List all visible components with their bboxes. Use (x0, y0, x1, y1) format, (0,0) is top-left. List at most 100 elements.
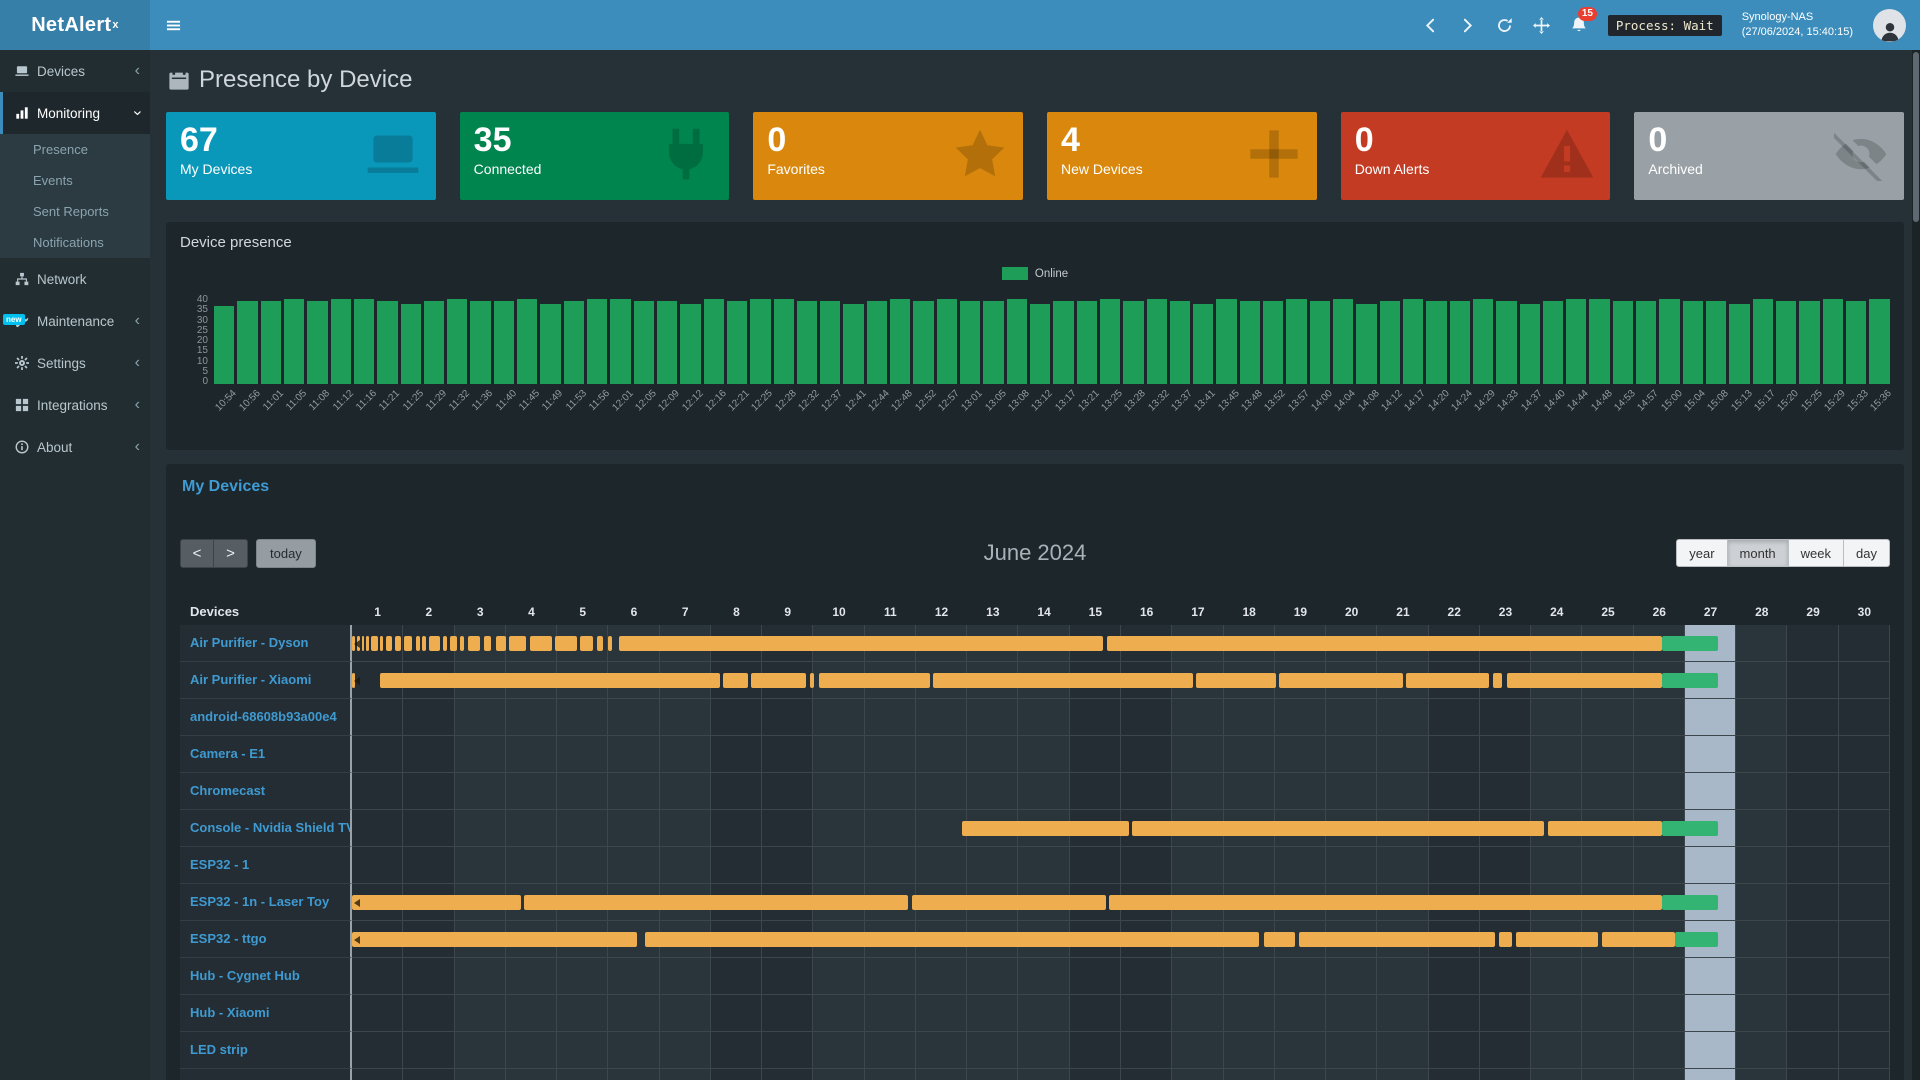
calendar-day-cell[interactable] (1326, 736, 1377, 773)
calendar-day-cell[interactable] (403, 736, 454, 773)
calendar-day-cell[interactable] (403, 773, 454, 810)
calendar-day-cell[interactable] (916, 847, 967, 884)
calendar-day-cell[interactable] (455, 958, 506, 995)
calendar-day-cell[interactable] (1018, 773, 1069, 810)
calendar-day-cell[interactable] (1275, 995, 1326, 1032)
calendar-day-cell[interactable] (1685, 773, 1736, 810)
calendar-day-cell[interactable] (1787, 1032, 1838, 1069)
calendar-day-cell[interactable] (608, 995, 659, 1032)
calendar-day-cell[interactable] (1018, 699, 1069, 736)
presence-bar-segment[interactable] (1299, 932, 1495, 947)
calendar-day-cell[interactable] (506, 995, 557, 1032)
calendar-day-cell[interactable] (1377, 1069, 1428, 1080)
calendar-day-cell[interactable] (813, 1069, 864, 1080)
calendar-day-cell[interactable] (1787, 736, 1838, 773)
presence-bar-segment[interactable] (1132, 821, 1544, 836)
calendar-day-cell[interactable] (1531, 699, 1582, 736)
calendar-day-cell[interactable] (762, 773, 813, 810)
calendar-day-cell[interactable] (762, 810, 813, 847)
calendar-day-cell[interactable] (711, 1069, 762, 1080)
calendar-day-cell[interactable] (455, 995, 506, 1032)
calendar-day-cell[interactable] (403, 699, 454, 736)
calendar-day-cell[interactable] (455, 847, 506, 884)
calendar-day-cell[interactable] (1582, 847, 1633, 884)
calendar-day-cell[interactable] (557, 1032, 608, 1069)
presence-bar-segment[interactable] (1662, 895, 1718, 910)
calendar-day-cell[interactable] (1377, 847, 1428, 884)
stat-card-new-devices[interactable]: 4New Devices (1047, 112, 1317, 200)
calendar-day-cell[interactable] (1224, 995, 1275, 1032)
calendar-day-cell[interactable] (403, 1032, 454, 1069)
device-name-link[interactable]: Chromecast (180, 773, 352, 810)
calendar-day-cell[interactable] (1429, 995, 1480, 1032)
view-button-year[interactable]: year (1676, 539, 1727, 567)
calendar-day-cell[interactable] (403, 847, 454, 884)
presence-bar-segment[interactable] (1499, 932, 1511, 947)
calendar-day-cell[interactable] (660, 736, 711, 773)
calendar-day-cell[interactable] (1480, 847, 1531, 884)
calendar-day-cell[interactable] (1070, 1032, 1121, 1069)
presence-bar-segment[interactable] (422, 636, 426, 651)
calendar-day-cell[interactable] (1531, 847, 1582, 884)
calendar-day-cell[interactable] (1736, 699, 1787, 736)
calendar-day-cell[interactable] (455, 736, 506, 773)
calendar-day-cell[interactable] (1429, 847, 1480, 884)
calendar-day-cell[interactable] (660, 1032, 711, 1069)
calendar-day-cell[interactable] (1839, 810, 1890, 847)
presence-bar-segment[interactable] (352, 932, 637, 947)
calendar-day-cell[interactable] (1787, 810, 1838, 847)
calendar-day-cell[interactable] (1326, 958, 1377, 995)
presence-bar-segment[interactable] (1602, 932, 1675, 947)
calendar-day-cell[interactable] (352, 1069, 403, 1080)
calendar-day-cell[interactable] (1172, 773, 1223, 810)
calendar-day-cell[interactable] (865, 1069, 916, 1080)
calendar-day-cell[interactable] (1634, 958, 1685, 995)
refresh-icon[interactable] (1496, 17, 1513, 34)
calendar-day-cell[interactable] (762, 1069, 813, 1080)
presence-bar-segment[interactable] (1196, 673, 1276, 688)
calendar-day-cell[interactable] (1480, 958, 1531, 995)
calendar-day-cell[interactable] (1275, 1069, 1326, 1080)
calendar-day-cell[interactable] (1736, 810, 1787, 847)
calendar-next-button[interactable]: > (214, 539, 248, 568)
stat-card-my-devices[interactable]: 67My Devices (166, 112, 436, 200)
calendar-day-cell[interactable] (1582, 1069, 1633, 1080)
presence-bar-segment[interactable] (366, 636, 369, 651)
calendar-day-cell[interactable] (711, 958, 762, 995)
device-name-link[interactable]: Light - bedside B WiFi (180, 1069, 352, 1080)
presence-bar-segment[interactable] (555, 636, 577, 651)
calendar-day-cell[interactable] (660, 995, 711, 1032)
submenu-item-sent-reports[interactable]: Sent Reports (0, 196, 150, 227)
calendar-day-cell[interactable] (1070, 1069, 1121, 1080)
calendar-day-cell[interactable] (352, 736, 403, 773)
calendar-day-cell[interactable] (1121, 995, 1172, 1032)
calendar-day-cell[interactable] (352, 958, 403, 995)
calendar-day-cell[interactable] (1787, 995, 1838, 1032)
calendar-day-cell[interactable] (1736, 958, 1787, 995)
calendar-day-cell[interactable] (608, 773, 659, 810)
calendar-day-cell[interactable] (1480, 699, 1531, 736)
calendar-day-cell[interactable] (1326, 847, 1377, 884)
calendar-day-cell[interactable] (916, 1069, 967, 1080)
calendar-day-cell[interactable] (1839, 625, 1890, 662)
presence-bar-segment[interactable] (460, 636, 464, 651)
presence-bar-segment[interactable] (380, 636, 383, 651)
calendar-day-cell[interactable] (1275, 847, 1326, 884)
calendar-day-cell[interactable] (1018, 958, 1069, 995)
notifications-button[interactable]: 15 (1570, 16, 1588, 34)
presence-bar-segment[interactable] (1662, 673, 1718, 688)
calendar-day-cell[interactable] (1224, 1069, 1275, 1080)
calendar-day-cell[interactable] (1275, 699, 1326, 736)
calendar-day-cell[interactable] (352, 810, 403, 847)
device-name-link[interactable]: Hub - Xiaomi (180, 995, 352, 1032)
calendar-day-cell[interactable] (1839, 773, 1890, 810)
calendar-day-cell[interactable] (865, 810, 916, 847)
calendar-day-cell[interactable] (762, 995, 813, 1032)
calendar-day-cell[interactable] (660, 958, 711, 995)
calendar-day-cell[interactable] (711, 995, 762, 1032)
calendar-day-cell[interactable] (1839, 699, 1890, 736)
calendar-day-cell[interactable] (967, 847, 1018, 884)
presence-bar-segment[interactable] (450, 636, 456, 651)
calendar-day-cell[interactable] (1787, 847, 1838, 884)
calendar-day-cell[interactable] (1480, 1069, 1531, 1080)
